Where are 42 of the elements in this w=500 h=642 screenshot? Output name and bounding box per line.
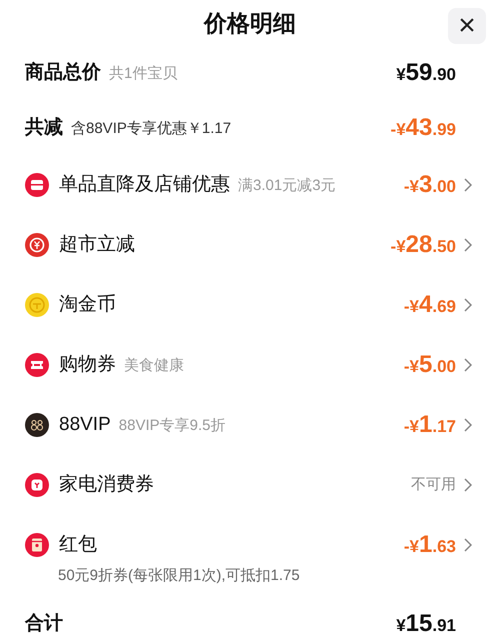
row-detail: 50元9折券(每张限用1次),可抵扣1.75 [57, 566, 301, 586]
price-amount: -¥4.69 [404, 290, 456, 320]
row-label: 商品总价 [25, 60, 101, 85]
row-label: 88VIP [59, 413, 111, 438]
row-note: 满3.01元减3元 [238, 176, 336, 196]
envelope-icon [25, 533, 49, 558]
row-label: 共减 [25, 116, 63, 140]
total-amount: ¥15.91 [396, 608, 456, 639]
chevron-right-icon[interactable] [464, 238, 472, 252]
row-note: 共1件宝贝 [109, 64, 178, 84]
price-amount: -¥28.50 [390, 230, 456, 260]
price-amount: -¥1.63 [404, 530, 456, 560]
price-amount: ¥59.90 [396, 58, 456, 88]
coupon-icon [25, 473, 49, 498]
row-label: 单品直降及店铺优惠 [59, 173, 230, 198]
close-button[interactable]: × [448, 8, 486, 44]
total-label: 合计 [25, 612, 64, 636]
chevron-right-icon[interactable] [464, 178, 472, 192]
row-label: 红包 [59, 533, 97, 558]
status-text: 不可用 [411, 475, 456, 496]
row-label: 超市立减 [59, 233, 135, 258]
store-icon [25, 173, 49, 198]
row-note: 88VIP专享9.5折 [118, 416, 226, 436]
row-note: 美食健康 [124, 356, 184, 376]
chevron-right-icon[interactable] [464, 538, 472, 552]
ticket-icon [25, 353, 49, 378]
yen-coin-icon [25, 233, 49, 258]
chevron-right-icon[interactable] [464, 358, 472, 372]
chevron-right-icon[interactable] [464, 418, 472, 432]
chevron-right-icon[interactable] [464, 298, 472, 312]
coin-icon [25, 293, 49, 318]
price-amount: -¥5.00 [404, 350, 456, 380]
row-label: 家电消费券 [59, 473, 154, 498]
price-amount: -¥1.17 [404, 410, 456, 440]
price-amount: -¥43.99 [390, 113, 456, 144]
row-label: 购物券 [59, 353, 116, 378]
chevron-right-icon[interactable] [464, 478, 472, 492]
vip-badge-icon [25, 413, 49, 438]
sheet-title: 价格明细 [204, 8, 296, 38]
row-label: 淘金币 [59, 293, 116, 318]
price-amount: -¥3.00 [404, 170, 456, 200]
row-note: 含88VIP专享优惠￥1.17 [71, 118, 232, 139]
